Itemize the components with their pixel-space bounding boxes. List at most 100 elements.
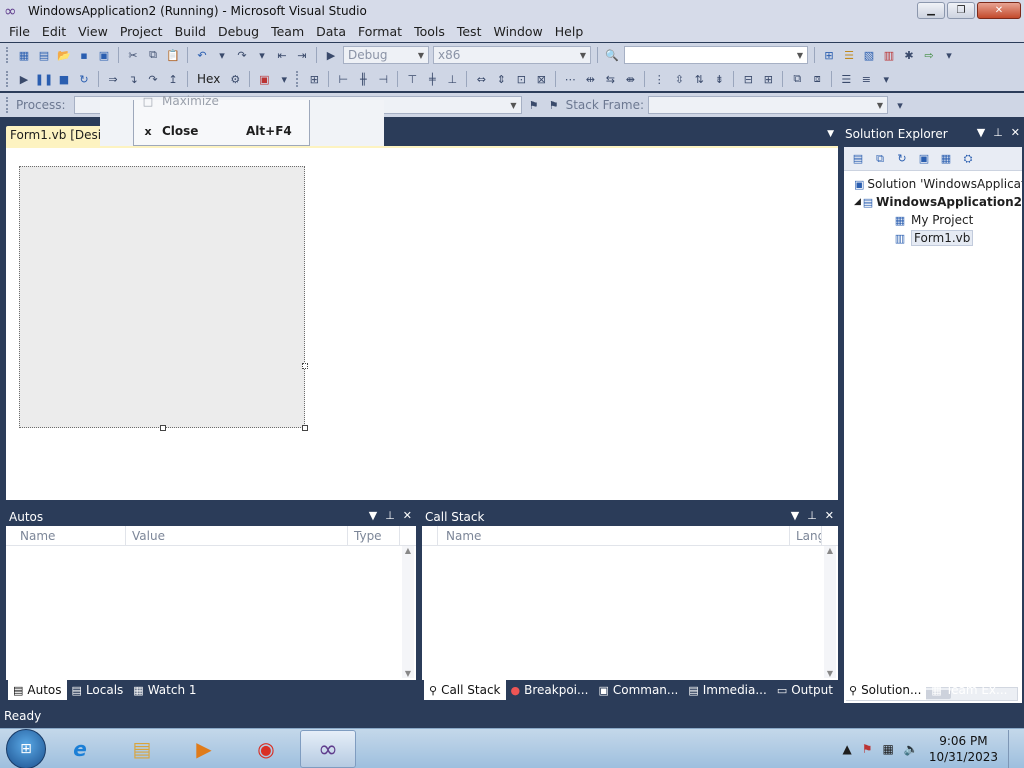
column-header-type[interactable]: Type: [348, 526, 400, 545]
menu-file[interactable]: File: [3, 22, 36, 42]
redo-dropdown-icon[interactable]: ▾: [254, 47, 270, 63]
align-centers-icon[interactable]: ╫: [355, 71, 371, 87]
navigate-forward-icon[interactable]: ⇥: [294, 47, 310, 63]
remove-horizontal-spacing-icon[interactable]: ⇼: [622, 71, 638, 87]
form-designer-surface[interactable]: [6, 146, 838, 500]
menu-project[interactable]: Project: [114, 22, 169, 42]
view-class-diagram-icon[interactable]: ⛭: [960, 151, 976, 167]
tab-order-icon[interactable]: ☰: [838, 71, 854, 87]
align-tops-icon[interactable]: ⊤: [404, 71, 420, 87]
clock[interactable]: 9:06 PM 10/31/2023: [929, 733, 998, 765]
size-to-grid-icon[interactable]: ⊠: [533, 71, 549, 87]
show-desktop-button[interactable]: [1008, 730, 1020, 768]
show-next-statement-icon[interactable]: ⇒: [105, 71, 121, 87]
window-position-icon[interactable]: ▼: [977, 126, 985, 139]
auto-hide-pin-icon[interactable]: ⊥: [385, 509, 395, 522]
start-page-icon[interactable]: ⇨: [921, 47, 937, 63]
vertical-scrollbar[interactable]: ▲ ▼: [402, 546, 414, 678]
column-header-language[interactable]: Language: [790, 526, 822, 545]
column-header-value[interactable]: Value: [126, 526, 348, 545]
menu-item-close[interactable]: x Close Alt+F4: [134, 121, 310, 141]
properties-window-icon[interactable]: ☰: [841, 47, 857, 63]
step-into-icon[interactable]: ↴: [125, 71, 141, 87]
decrease-vertical-spacing-icon[interactable]: ⇅: [691, 71, 707, 87]
volume-muted-icon[interactable]: 🔈: [904, 742, 919, 756]
taskbar-internet-explorer[interactable]: e: [52, 730, 108, 768]
tab-autos[interactable]: ▤ Autos: [8, 680, 67, 700]
minimize-button[interactable]: ▁: [917, 2, 945, 19]
active-files-dropdown-icon[interactable]: ▼: [827, 129, 834, 139]
solution-configuration-select[interactable]: Debug ▼: [343, 46, 429, 64]
auto-hide-pin-icon[interactable]: ⊥: [807, 509, 817, 522]
show-threads-icon[interactable]: ⚙: [227, 71, 243, 87]
menu-build[interactable]: Build: [169, 22, 212, 42]
solution-platform-select[interactable]: x86 ▼: [433, 46, 591, 64]
scroll-down-icon[interactable]: ▼: [827, 669, 833, 678]
refresh-icon[interactable]: ↻: [894, 151, 910, 167]
menu-format[interactable]: Format: [352, 22, 408, 42]
decrease-horizontal-spacing-icon[interactable]: ⇆: [602, 71, 618, 87]
restart-icon[interactable]: ↻: [76, 71, 92, 87]
align-to-grid-icon[interactable]: ⊞: [306, 71, 322, 87]
toolbar-grip[interactable]: [6, 97, 10, 113]
tab-team-explorer[interactable]: ▦ Team Ex...: [926, 680, 1012, 700]
object-browser-icon[interactable]: ▧: [861, 47, 877, 63]
solution-explorer-toolbar-icon[interactable]: ⊞: [821, 47, 837, 63]
tab-breakpoints[interactable]: ● Breakpoi...: [506, 680, 594, 700]
menu-debug[interactable]: Debug: [212, 22, 265, 42]
center-vertically-icon[interactable]: ⊞: [760, 71, 776, 87]
taskbar-media-player[interactable]: ▶: [176, 730, 232, 768]
tree-node-my-project[interactable]: ▦ My Project: [844, 211, 1022, 229]
center-horizontally-icon[interactable]: ⊟: [740, 71, 756, 87]
add-item-icon[interactable]: ▤: [36, 47, 52, 63]
toolbar-options-icon[interactable]: ▾: [878, 71, 894, 87]
undo-icon[interactable]: ↶: [194, 47, 210, 63]
find-combo[interactable]: ▼: [624, 46, 808, 64]
open-file-icon[interactable]: 📂: [56, 47, 72, 63]
stop-debugging-icon[interactable]: ■: [56, 71, 72, 87]
hex-toggle-button[interactable]: Hex: [194, 72, 223, 86]
paste-icon[interactable]: 📋: [165, 47, 181, 63]
new-project-icon[interactable]: ▦: [16, 47, 32, 63]
start-debugging-icon[interactable]: ▶: [323, 47, 339, 63]
menu-view[interactable]: View: [72, 22, 114, 42]
expand-arrow-icon[interactable]: ◢: [854, 197, 863, 207]
send-to-back-icon[interactable]: ⧈: [809, 71, 825, 87]
tab-solution-explorer[interactable]: ⚲ Solution...: [844, 680, 927, 700]
view-code-icon[interactable]: ▣: [916, 151, 932, 167]
menu-tools[interactable]: Tools: [408, 22, 451, 42]
menu-help[interactable]: Help: [549, 22, 590, 42]
tree-node-project[interactable]: ◢ ▤ WindowsApplication2: [844, 193, 1022, 211]
increase-horizontal-spacing-icon[interactable]: ⇹: [582, 71, 598, 87]
taskbar-chrome[interactable]: ◉: [238, 730, 294, 768]
stack-frame-select[interactable]: ▼: [648, 96, 889, 114]
action-center-icon[interactable]: ⚑: [862, 742, 873, 756]
properties-icon[interactable]: ▤: [850, 151, 866, 167]
align-rights-icon[interactable]: ⊣: [375, 71, 391, 87]
tab-call-stack[interactable]: ⚲ Call Stack: [424, 680, 506, 700]
tree-node-solution[interactable]: ▣ Solution 'WindowsApplication2' (1 proj…: [844, 175, 1022, 193]
tab-immediate-window[interactable]: ▤ Immedia...: [683, 680, 771, 700]
cut-icon[interactable]: ✂: [125, 47, 141, 63]
find-in-files-icon[interactable]: 🔍: [604, 47, 620, 63]
toolbar-options-icon[interactable]: ▾: [892, 97, 908, 113]
menu-test[interactable]: Test: [451, 22, 488, 42]
redo-icon[interactable]: ↷: [234, 47, 250, 63]
window-position-icon[interactable]: ▼: [369, 509, 377, 522]
vertical-scrollbar[interactable]: ▲ ▼: [824, 546, 836, 678]
make-same-height-icon[interactable]: ⇕: [493, 71, 509, 87]
bring-to-front-icon[interactable]: ⧉: [789, 71, 805, 87]
align-lefts-icon[interactable]: ⊢: [335, 71, 351, 87]
save-icon[interactable]: ▪: [76, 47, 92, 63]
make-same-size-icon[interactable]: ⊡: [513, 71, 529, 87]
window-position-icon[interactable]: ▼: [791, 509, 799, 522]
scroll-down-icon[interactable]: ▼: [405, 669, 411, 678]
close-icon[interactable]: ✕: [403, 509, 412, 522]
menu-edit[interactable]: Edit: [36, 22, 72, 42]
menu-data[interactable]: Data: [310, 22, 352, 42]
toolbar-grip[interactable]: [6, 71, 10, 87]
taskbar-visual-studio[interactable]: ∞: [300, 729, 356, 768]
show-all-files-icon[interactable]: ⧉: [872, 151, 888, 167]
scroll-up-icon[interactable]: ▲: [405, 546, 411, 555]
copy-icon[interactable]: ⧉: [145, 47, 161, 63]
